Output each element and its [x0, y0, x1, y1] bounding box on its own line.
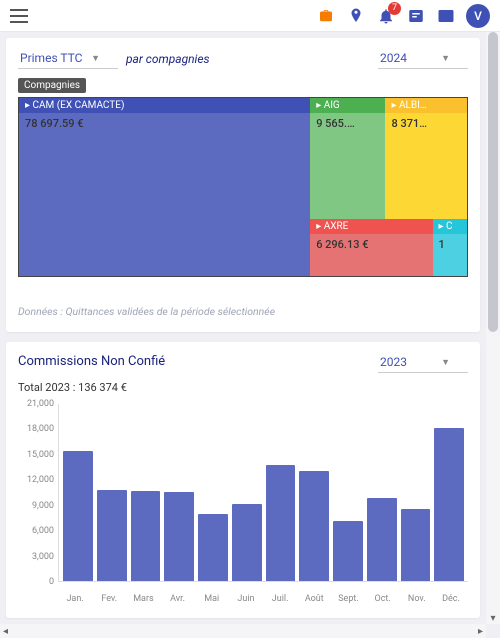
x-label: Sept. — [331, 594, 365, 604]
bar[interactable] — [266, 465, 296, 581]
bar[interactable] — [164, 492, 194, 581]
bar[interactable] — [97, 490, 127, 581]
treemap-cell-cam[interactable]: ▸ CAM (EX CAMACTE) 78 697.59 € — [19, 98, 310, 276]
y-tick: 21,000 — [27, 399, 54, 409]
y-tick: 0 — [49, 577, 54, 587]
y-tick: 12,000 — [27, 475, 54, 485]
x-label: Nov. — [400, 594, 434, 604]
y-tick: 9,000 — [32, 501, 54, 511]
x-label: Déc. — [434, 594, 468, 604]
year-select-value: 2024 — [380, 51, 407, 65]
treemap-cell-albi[interactable]: ▸ ALBI… 8 371… — [385, 98, 467, 219]
treemap-cell-label: ▸ CAM (EX CAMACTE) — [19, 98, 310, 113]
bar[interactable] — [401, 509, 431, 581]
chevron-down-icon[interactable]: ▾ — [486, 613, 500, 624]
x-label: Jan. — [58, 594, 92, 604]
card-barchart: Commissions Non Confié 2023 ▼ Total 2023… — [6, 342, 480, 618]
x-label: Mai — [195, 594, 229, 604]
grouping-label: par compagnies — [126, 52, 210, 66]
content-scroll: Primes TTC ▼ par compagnies 2024 ▼ Compa… — [0, 32, 486, 624]
x-label: Fev. — [92, 594, 126, 604]
notification-badge: 7 — [388, 2, 401, 15]
treemap-cell-label: ▸ AIG — [310, 98, 385, 113]
avatar[interactable]: V — [466, 4, 490, 28]
avatar-initial: V — [474, 9, 482, 23]
bar[interactable] — [434, 428, 464, 581]
year-select-value: 2023 — [380, 355, 407, 369]
bar[interactable] — [198, 514, 228, 581]
bar[interactable] — [333, 521, 363, 581]
treemap-footnote: Données : Quittances validées de la péri… — [18, 305, 468, 318]
bar[interactable] — [63, 451, 93, 581]
bar-chart: 03,0006,0009,00012,00015,00018,00021,000… — [18, 404, 468, 604]
treemap-cell-label: ▸ AXRE — [310, 219, 432, 234]
chevron-left-icon[interactable]: ◂ — [0, 624, 11, 638]
treemap-cell-value: 78 697.59 € — [19, 113, 310, 134]
year-select-barchart[interactable]: 2023 ▼ — [378, 352, 468, 373]
treemap-cell-label: ▸ ALBI… — [385, 98, 467, 113]
treemap-cell-value: 9 565.… — [310, 113, 385, 134]
scroll-thumb[interactable] — [488, 32, 498, 332]
chevron-right-icon[interactable]: ▸ — [475, 624, 486, 638]
treemap-cell-aig[interactable]: ▸ AIG 9 565.… — [310, 98, 385, 219]
treemap-cell-value: 6 296.13 € — [310, 234, 432, 255]
bar[interactable] — [131, 491, 161, 581]
metric-select-value: Primes TTC — [20, 51, 82, 65]
topbar: 7 V — [0, 0, 500, 32]
x-label: Oct. — [366, 594, 400, 604]
bar[interactable] — [367, 498, 397, 581]
y-tick: 15,000 — [27, 450, 54, 460]
briefcase-icon[interactable] — [316, 6, 336, 26]
treemap-cell-c[interactable]: ▸ C 1 — [433, 219, 468, 276]
x-label: Mars — [126, 594, 160, 604]
bar[interactable] — [232, 504, 262, 581]
companies-pill[interactable]: Compagnies — [18, 78, 86, 93]
bell-icon[interactable]: 7 — [376, 6, 396, 26]
treemap-cell-label: ▸ C — [433, 219, 468, 234]
barchart-subtitle: Total 2023 : 136 374 € — [18, 381, 468, 394]
mail-icon[interactable] — [436, 6, 456, 26]
chevron-down-icon: ▼ — [441, 53, 450, 64]
vertical-scrollbar[interactable]: ▾ — [486, 32, 500, 624]
barchart-title: Commissions Non Confié — [18, 354, 370, 369]
chevron-down-icon: ▼ — [441, 357, 450, 368]
horizontal-scrollbar[interactable]: ◂ ▸ — [0, 624, 486, 638]
treemap-cell-axre[interactable]: ▸ AXRE 6 296.13 € — [310, 219, 432, 276]
year-select-treemap[interactable]: 2024 ▼ — [378, 48, 468, 69]
treemap: ▸ CAM (EX CAMACTE) 78 697.59 € ▸ AIG 9 5… — [18, 97, 468, 277]
card-treemap: Primes TTC ▼ par compagnies 2024 ▼ Compa… — [6, 38, 480, 332]
menu-button[interactable] — [6, 5, 32, 27]
y-tick: 3,000 — [32, 552, 54, 562]
y-tick: 18,000 — [27, 424, 54, 434]
x-label: Juil. — [263, 594, 297, 604]
treemap-cell-value: 8 371… — [385, 113, 467, 134]
metric-select[interactable]: Primes TTC ▼ — [18, 48, 118, 69]
y-tick: 6,000 — [32, 526, 54, 536]
treemap-cell-value: 1 — [433, 234, 468, 255]
x-label: Avr. — [161, 594, 195, 604]
person-pin-icon[interactable] — [346, 6, 366, 26]
bar[interactable] — [299, 471, 329, 581]
chevron-down-icon: ▼ — [91, 53, 100, 64]
x-label: Juin — [229, 594, 263, 604]
x-label: Août — [297, 594, 331, 604]
card-icon[interactable] — [406, 6, 426, 26]
